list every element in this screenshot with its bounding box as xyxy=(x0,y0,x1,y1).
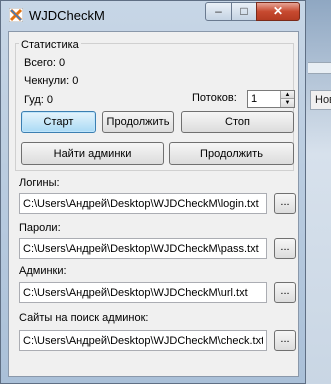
threads-input[interactable] xyxy=(248,91,281,107)
threads-stepper[interactable]: ▲ ▼ xyxy=(247,90,295,108)
logins-path-input[interactable] xyxy=(20,194,266,213)
find-admins-button[interactable]: Найти админки xyxy=(21,142,164,165)
logins-path-field[interactable] xyxy=(19,193,267,214)
title-bar: WJDCheckM – □ ✕ xyxy=(1,1,305,31)
logins-browse-button[interactable]: ... xyxy=(274,193,296,214)
app-icon xyxy=(9,8,23,22)
maximize-icon: □ xyxy=(240,4,248,18)
close-icon: ✕ xyxy=(272,4,284,18)
minimize-button[interactable]: – xyxy=(205,2,232,21)
stepper-up-icon[interactable]: ▲ xyxy=(281,91,294,99)
search-sites-browse-button[interactable]: ... xyxy=(274,330,296,351)
passwords-path-field[interactable] xyxy=(19,238,267,259)
threads-stepper-arrows: ▲ ▼ xyxy=(280,91,294,107)
passwords-path-input[interactable] xyxy=(20,239,266,258)
admins-path-field[interactable] xyxy=(19,282,267,303)
maximize-button[interactable]: □ xyxy=(231,2,257,21)
admins-browse-button[interactable]: ... xyxy=(274,282,296,303)
good-count: Гуд: 0 xyxy=(24,94,54,106)
background-window-strip xyxy=(308,62,331,74)
window-title: WJDCheckM xyxy=(29,8,105,23)
statistics-group-title: Статистика xyxy=(19,39,81,51)
admins-path-input[interactable] xyxy=(20,283,266,302)
search-sites-path-input[interactable] xyxy=(20,331,266,350)
continue-button[interactable]: Продолжить xyxy=(102,111,174,133)
continue-admins-button[interactable]: Продолжить xyxy=(169,142,294,165)
minimize-icon: – xyxy=(215,4,222,18)
stop-button[interactable]: Стоп xyxy=(181,111,294,133)
checked-count: Чекнули: 0 xyxy=(24,75,79,87)
threads-label: Потоков: xyxy=(192,92,237,104)
passwords-browse-button[interactable]: ... xyxy=(274,238,296,259)
search-sites-label: Сайты на поиск админок: xyxy=(19,312,149,324)
logins-label: Логины: xyxy=(19,177,60,189)
total-count: Всего: 0 xyxy=(24,57,66,69)
background-tab: Нов xyxy=(310,90,331,110)
window-client-area: Статистика Всего: 0 Чекнули: 0 Гуд: 0 По… xyxy=(8,31,299,377)
search-sites-path-field[interactable] xyxy=(19,330,267,351)
passwords-label: Пароли: xyxy=(19,222,61,234)
desktop-background: Нов xyxy=(306,0,331,384)
stepper-down-icon[interactable]: ▼ xyxy=(281,99,294,107)
admins-label: Админки: xyxy=(19,265,67,277)
start-button[interactable]: Старт xyxy=(21,111,96,133)
close-button[interactable]: ✕ xyxy=(256,2,300,21)
app-window: WJDCheckM – □ ✕ Статистика Всего: 0 Чекн… xyxy=(0,0,306,384)
